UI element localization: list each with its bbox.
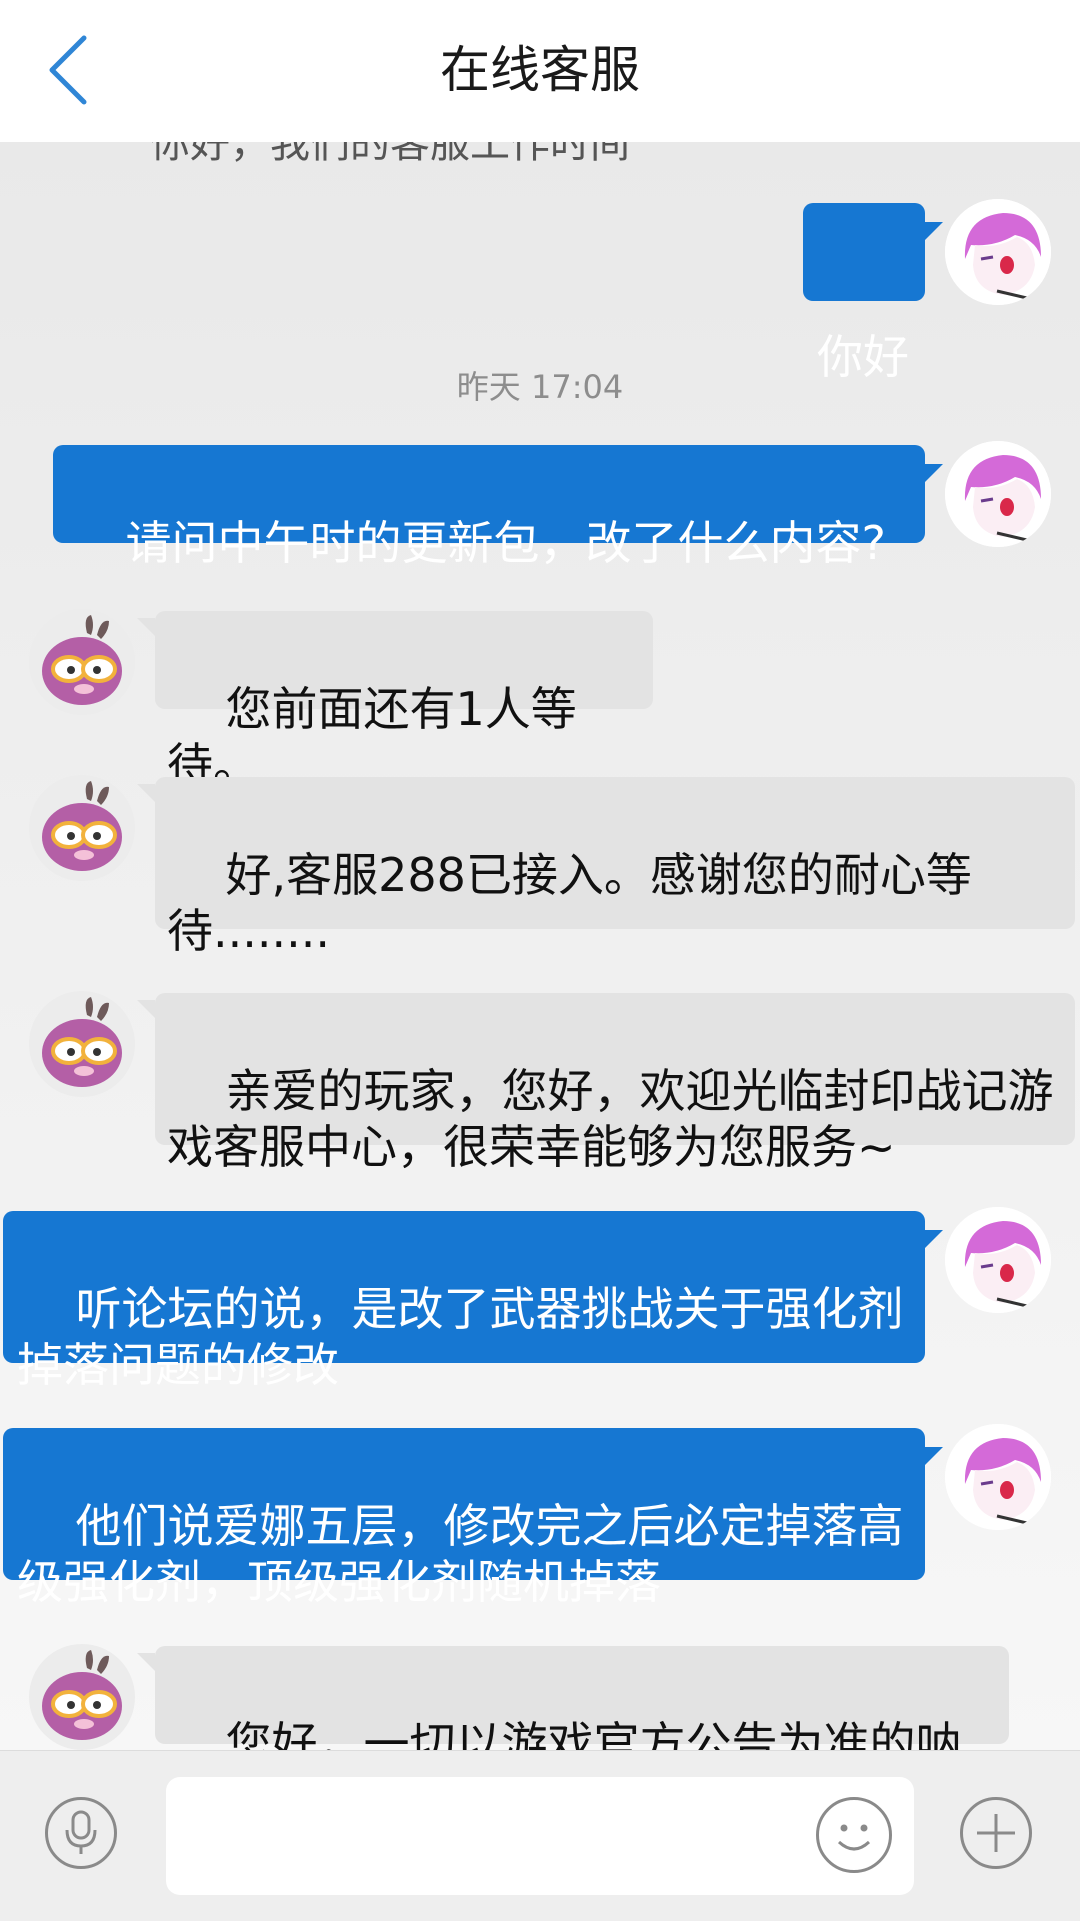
user-avatar[interactable]	[945, 1207, 1051, 1313]
message-input[interactable]	[166, 1777, 914, 1895]
bubble-tail	[137, 784, 155, 802]
cs-avatar[interactable]	[29, 775, 135, 881]
user-message-bubble[interactable]: 请问中午时的更新包，改了什么内容?	[53, 445, 925, 570]
cs-avatar[interactable]	[29, 1644, 135, 1750]
cs-message-bubble[interactable]: 好,客服288已接入。感谢您的耐心等 待........	[155, 777, 1075, 958]
bubble-tail	[925, 222, 943, 240]
user-message-bubble[interactable]: 听论坛的说，是改了武器挑战关于强化剂 掉落问题的修改	[3, 1211, 925, 1392]
user-avatar[interactable]	[945, 199, 1051, 305]
user-avatar[interactable]	[945, 441, 1051, 547]
cs-message-bubble[interactable]: 您好，一切以游戏官方公告为准的呐~	[155, 1646, 1009, 1750]
voice-button[interactable]	[45, 1797, 117, 1869]
chat-area[interactable]: 你好，我们的客服工作时间 你好 昨天 17:04 请问中午时的更新包，改了什么内…	[0, 142, 1080, 1750]
bubble-tail	[925, 1230, 943, 1248]
bubble-tail	[137, 1000, 155, 1018]
timestamp: 昨天 17:04	[456, 368, 624, 406]
bubble-tail	[137, 1653, 155, 1671]
page-title: 在线客服	[440, 41, 640, 99]
plus-icon	[977, 1814, 1015, 1852]
message-text: 您好，一切以游戏官方公告为准的呐~	[225, 1717, 962, 1750]
emoji-button[interactable]	[816, 1797, 892, 1873]
bubble-tail	[137, 618, 155, 636]
message-text: 好,客服288已接入。感谢您的耐心等 待........	[167, 848, 972, 958]
cs-message-bubble[interactable]: 您前面还有1人等待。	[155, 611, 653, 792]
user-message-bubble[interactable]: 你好	[803, 203, 925, 384]
user-message-bubble[interactable]: 他们说爱娜五层，修改完之后必定掉落高 级强化剂，顶级强化剂随机掉落	[3, 1428, 925, 1609]
bubble-tail	[925, 1447, 943, 1465]
cs-avatar[interactable]	[29, 609, 135, 715]
bubble-tail	[925, 464, 943, 482]
cs-avatar[interactable]	[29, 991, 135, 1097]
microphone-icon	[65, 1810, 97, 1854]
cs-message-bubble[interactable]: 亲爱的玩家，您好，欢迎光临封印战记游 戏客服中心，很荣幸能够为您服务~	[155, 993, 1075, 1174]
smiley-icon	[837, 1824, 871, 1851]
user-avatar[interactable]	[945, 1424, 1051, 1530]
message-text: 请问中午时的更新包，改了什么内容?	[125, 516, 886, 570]
header-bar: 在线客服	[0, 0, 1080, 142]
message-text: 听论坛的说，是改了武器挑战关于强化剂 掉落问题的修改	[17, 1282, 904, 1392]
add-button[interactable]	[960, 1797, 1032, 1869]
partial-message-text: 你好，我们的客服工作时间	[150, 142, 630, 167]
input-bar	[0, 1750, 1080, 1921]
message-text: 您前面还有1人等待。	[167, 682, 577, 792]
message-text: 他们说爱娜五层，修改完之后必定掉落高 级强化剂，顶级强化剂随机掉落	[17, 1499, 904, 1609]
message-text: 亲爱的玩家，您好，欢迎光临封印战记游 戏客服中心，很荣幸能够为您服务~	[167, 1064, 1054, 1174]
